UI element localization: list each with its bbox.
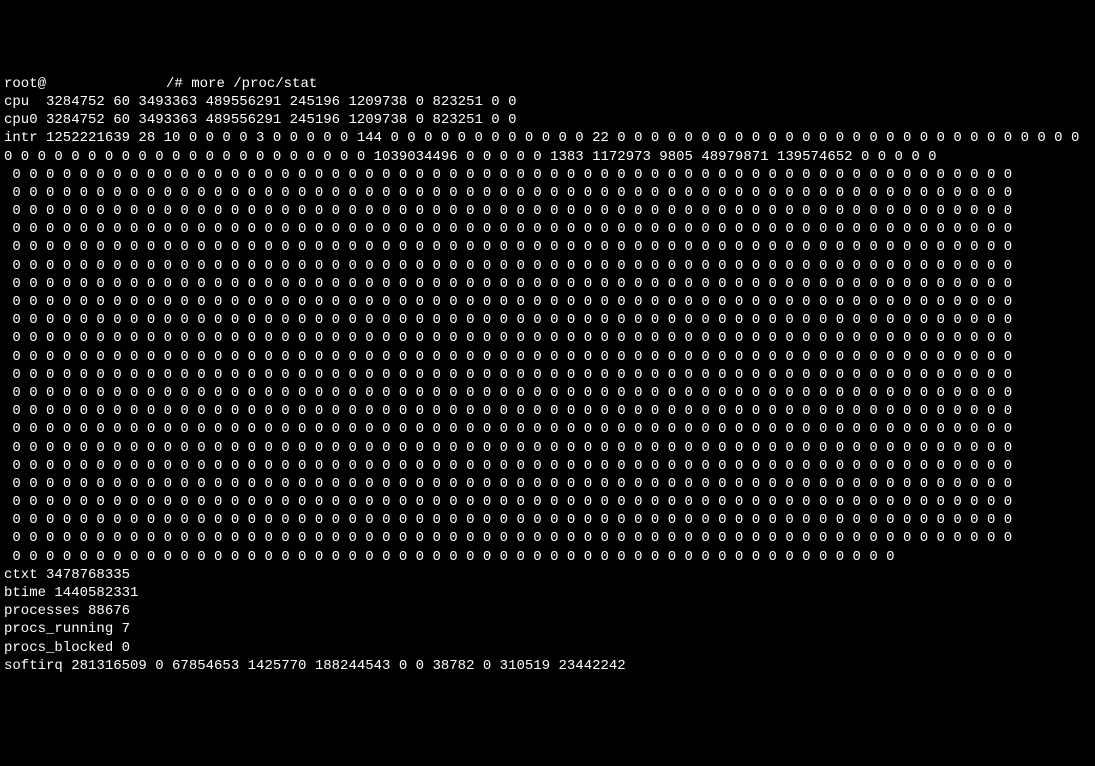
- stat-procs-running-line: procs_running 7: [4, 621, 130, 637]
- prompt-hostname-redacted: [46, 76, 166, 90]
- stat-btime-line: btime 1440582331: [4, 585, 138, 601]
- stat-softirq-line: softirq 281316509 0 67854653 1425770 188…: [4, 658, 626, 674]
- stat-ctxt-line: ctxt 3478768335: [4, 567, 130, 583]
- stat-cpu0-line: cpu0 3284752 60 3493363 489556291 245196…: [4, 112, 516, 128]
- stat-processes-line: processes 88676: [4, 603, 130, 619]
- prompt-user: root@: [4, 76, 46, 92]
- stat-intr-zeros-block: 0 0 0 0 0 0 0 0 0 0 0 0 0 0 0 0 0 0 0 0 …: [4, 167, 1012, 565]
- terminal-output[interactable]: root@ /# more /proc/stat cpu 3284752 60 3…: [4, 75, 1091, 675]
- prompt-path: /#: [166, 76, 191, 92]
- command-text: more /proc/stat: [191, 76, 317, 92]
- stat-cpu-line: cpu 3284752 60 3493363 489556291 245196 …: [4, 94, 516, 110]
- stat-procs-blocked-line: procs_blocked 0: [4, 640, 130, 656]
- stat-intr-line: intr 1252221639 28 10 0 0 0 0 3 0 0 0 0 …: [4, 130, 1088, 164]
